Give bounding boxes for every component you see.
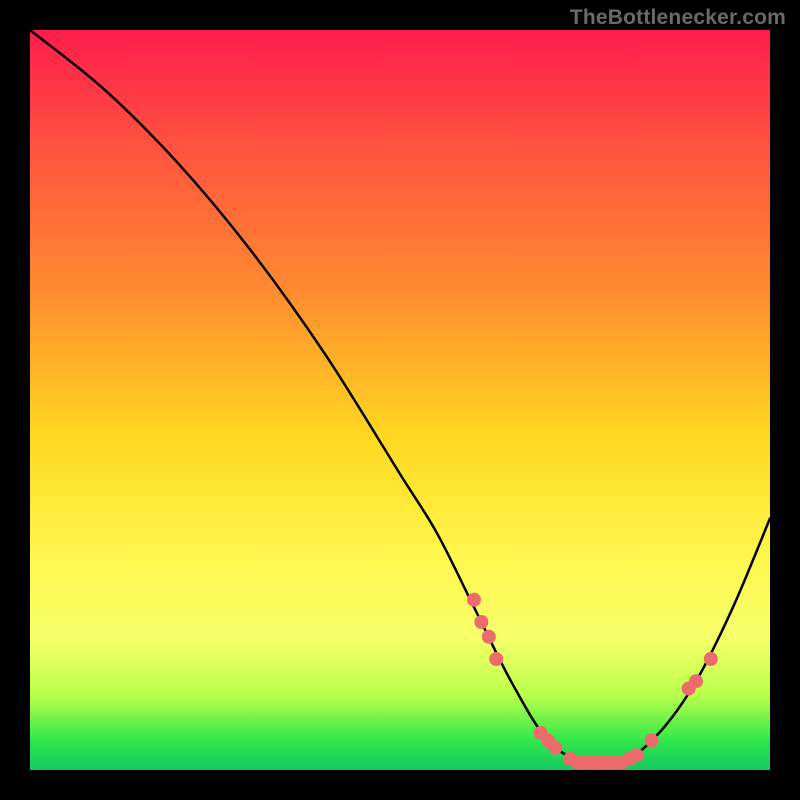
data-marker xyxy=(645,733,659,747)
data-marker xyxy=(630,748,644,762)
data-marker xyxy=(689,674,703,688)
data-marker xyxy=(482,630,496,644)
data-marker xyxy=(467,593,481,607)
chart-svg xyxy=(30,30,770,770)
site-watermark: TheBottlenecker.com xyxy=(570,6,786,30)
data-marker xyxy=(548,741,562,755)
data-markers xyxy=(467,593,718,770)
chart-frame xyxy=(30,30,770,770)
bottleneck-curve xyxy=(30,30,770,766)
data-marker xyxy=(474,615,488,629)
data-marker xyxy=(704,652,718,666)
data-marker xyxy=(489,652,503,666)
